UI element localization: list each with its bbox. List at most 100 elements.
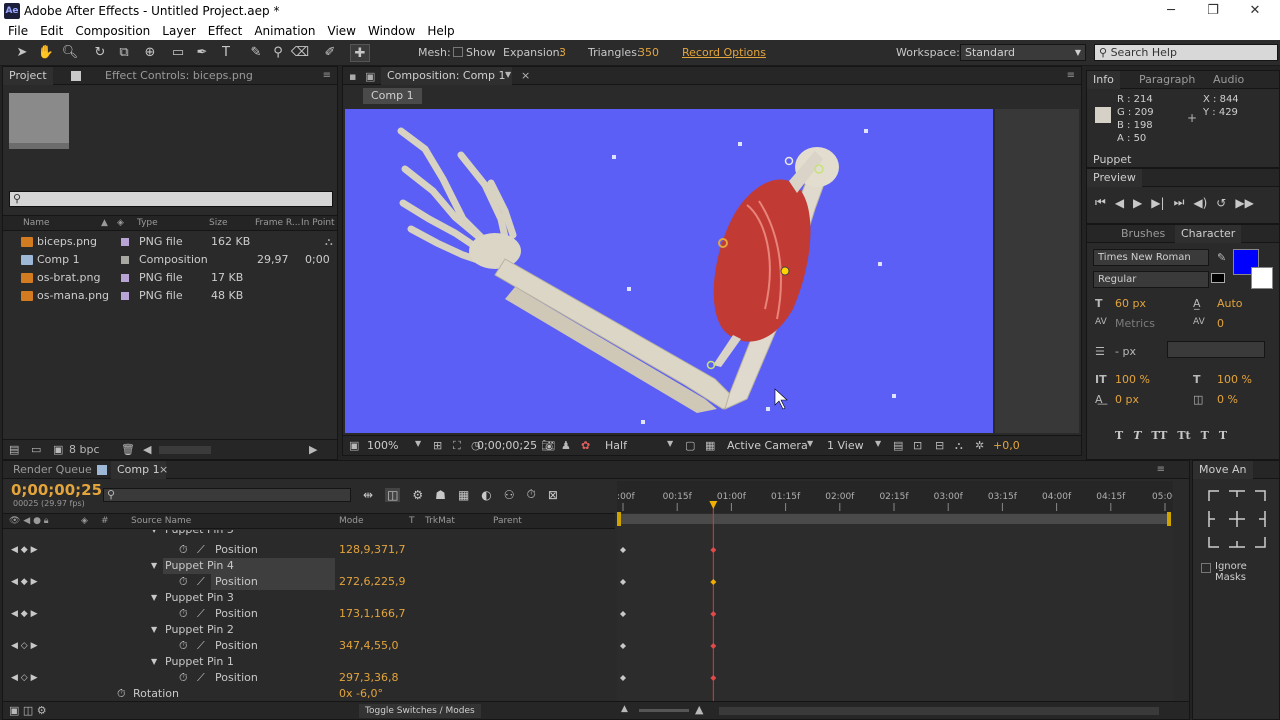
- property-value[interactable]: 297,3,36,8: [339, 670, 398, 686]
- stopwatch-icon[interactable]: ⏱: [179, 542, 188, 558]
- leading-value[interactable]: Auto: [1217, 297, 1243, 310]
- composition-viewer[interactable]: [345, 109, 993, 433]
- close-button[interactable]: ✕: [1240, 2, 1270, 20]
- loop-icon[interactable]: ↺: [1216, 196, 1226, 210]
- stopwatch-icon[interactable]: ⏱: [179, 606, 188, 622]
- flowchart-icon[interactable]: ⛬: [325, 233, 333, 251]
- twirl-down-icon[interactable]: ▼: [151, 558, 157, 574]
- timeline-icon[interactable]: ⊟: [935, 439, 944, 452]
- col-name[interactable]: Name: [23, 216, 50, 230]
- table-row[interactable]: ◀ ◆ ▶ ⏱ ⟋ Position 173,1,166,7: [3, 606, 615, 622]
- menu-layer[interactable]: Layer: [162, 22, 195, 40]
- table-row[interactable]: ▼ Puppet Pin 5: [3, 530, 615, 538]
- col-mode[interactable]: Mode: [339, 514, 364, 528]
- comp-mini-flowchart-icon[interactable]: ⇹: [363, 488, 373, 502]
- menu-window[interactable]: Window: [368, 22, 415, 40]
- workspace-select[interactable]: Standard ▼: [960, 44, 1086, 61]
- view-layout-select[interactable]: 1 View: [827, 439, 864, 452]
- tab-effect-controls[interactable]: Effect Controls: biceps.png: [99, 67, 259, 85]
- list-item[interactable]: os-brat.png PNG file 17 KB: [7, 269, 337, 287]
- keyframe-navigator-icon[interactable]: ◀ ◆ ▶: [11, 542, 38, 558]
- col-trkmat[interactable]: TrkMat: [425, 514, 455, 528]
- rectangle-tool-icon[interactable]: ▭: [168, 44, 188, 62]
- flowchart-icon[interactable]: ⛬: [955, 439, 963, 453]
- type-tool-icon[interactable]: T: [216, 44, 236, 62]
- show-mesh-checkbox[interactable]: [453, 47, 463, 57]
- toggle-pixel-aspect-icon[interactable]: ▤: [893, 439, 903, 452]
- search-help-field[interactable]: ⚲ Search Help: [1094, 44, 1278, 61]
- frame-blending-icon[interactable]: ▦: [458, 488, 469, 502]
- col-parent[interactable]: Parent: [493, 514, 522, 528]
- table-row[interactable]: ▼ Puppet Pin 3: [3, 590, 615, 606]
- menu-edit[interactable]: Edit: [40, 22, 63, 40]
- fast-previews-icon[interactable]: ⊡: [913, 439, 922, 452]
- all-caps-button[interactable]: TT: [1151, 429, 1167, 442]
- record-options-link[interactable]: Record Options: [682, 46, 766, 59]
- menu-effect[interactable]: Effect: [208, 22, 243, 40]
- property-value[interactable]: 272,6,225,9: [339, 574, 405, 590]
- always-preview-icon[interactable]: ▣: [349, 439, 359, 452]
- table-row[interactable]: ◀ ◆ ▶ ⏱ ⟋ Position 128,9,371,7: [3, 542, 615, 558]
- tab-comp-1[interactable]: Comp 1: [111, 461, 166, 479]
- new-folder-icon[interactable]: ▭: [31, 443, 41, 456]
- tab-preview[interactable]: Preview: [1087, 169, 1142, 187]
- zoom-slider[interactable]: [639, 709, 689, 712]
- menu-help[interactable]: Help: [427, 22, 454, 40]
- graph-icon[interactable]: ⟋: [197, 606, 205, 622]
- keyframe-navigator-icon[interactable]: ◀ ◇ ▶: [11, 670, 38, 686]
- expansion-value[interactable]: 3: [559, 46, 566, 59]
- horizontal-scale-value[interactable]: 100 %: [1217, 373, 1252, 386]
- region-of-interest-icon[interactable]: ▢: [685, 439, 695, 452]
- ram-preview-icon[interactable]: ▶▶: [1235, 196, 1253, 210]
- play-icon[interactable]: ▶: [1133, 196, 1142, 210]
- mask-visibility-icon[interactable]: ⛶: [453, 439, 461, 453]
- roto-brush-tool-icon[interactable]: ✐: [320, 44, 340, 62]
- twirl-down-icon[interactable]: ▼: [151, 654, 157, 670]
- vertical-scale-value[interactable]: 100 %: [1115, 373, 1150, 386]
- col-t[interactable]: T: [409, 514, 415, 528]
- twirl-down-icon[interactable]: ▼: [151, 622, 157, 638]
- resolution-value[interactable]: Half: [605, 439, 627, 452]
- eraser-tool-icon[interactable]: ⌫: [290, 44, 310, 62]
- chevron-down-icon[interactable]: ▼: [505, 70, 511, 79]
- chevron-down-icon[interactable]: ▼: [875, 439, 881, 448]
- zoom-out-icon[interactable]: ▲: [621, 704, 628, 714]
- zoom-tool-icon[interactable]: 🔍︎: [60, 44, 80, 62]
- keyframe-navigator-icon[interactable]: ◀ ◇ ▶: [11, 638, 38, 654]
- auto-keyframe-icon[interactable]: ⏱: [527, 487, 536, 502]
- subscript-button[interactable]: T: [1219, 429, 1227, 442]
- bpc-label[interactable]: 8 bpc: [69, 443, 100, 456]
- stopwatch-icon[interactable]: ⏱: [179, 670, 188, 686]
- grid-icon[interactable]: ⊞: [433, 439, 442, 452]
- zoom-level[interactable]: 100%: [367, 439, 398, 452]
- camera-select[interactable]: Active Camera: [727, 439, 808, 452]
- panel-menu-icon[interactable]: ≡: [1157, 464, 1165, 475]
- horizontal-scrollbar[interactable]: [159, 446, 211, 454]
- hand-tool-icon[interactable]: ✋: [36, 44, 56, 62]
- property-value[interactable]: 0x -6,0°: [339, 686, 383, 700]
- tab-paragraph[interactable]: Paragraph: [1133, 71, 1201, 89]
- kerning-value[interactable]: Metrics: [1115, 317, 1155, 330]
- tab-brushes[interactable]: Brushes: [1115, 225, 1171, 243]
- stroke-width-value[interactable]: - px: [1115, 345, 1136, 358]
- col-frame-rate[interactable]: Frame R...: [255, 216, 300, 230]
- hide-shy-layers-icon[interactable]: ☗: [435, 488, 446, 502]
- stopwatch-icon[interactable]: ⏱: [117, 686, 126, 700]
- tsume-value[interactable]: 0 %: [1217, 393, 1238, 406]
- puppet-pin-selected-icon[interactable]: [780, 266, 790, 276]
- tab-character[interactable]: Character: [1175, 225, 1242, 243]
- brush-tool-icon[interactable]: ✎: [246, 44, 266, 62]
- table-row[interactable]: ⏱ Rotation 0x -6,0°: [3, 686, 615, 700]
- pan-behind-tool-icon[interactable]: ⊕: [140, 44, 160, 62]
- stroke-style-select[interactable]: [1167, 341, 1265, 358]
- menu-composition[interactable]: Composition: [75, 22, 150, 40]
- black-swatch[interactable]: [1211, 273, 1225, 283]
- list-item[interactable]: biceps.png PNG file 162 KB ⛬: [7, 233, 337, 251]
- maximize-button[interactable]: ❐: [1198, 2, 1228, 20]
- rotation-tool-icon[interactable]: ↻: [90, 44, 110, 62]
- ignore-masks-checkbox[interactable]: [1201, 563, 1211, 573]
- draft-3d-icon[interactable]: ⚙: [412, 488, 423, 502]
- panel-menu-icon[interactable]: ≡: [323, 70, 331, 81]
- time-graph[interactable]: 0:00f 00:15f 01:00f 01:15f 02:00f 02:15f 03:00…: [611, 481, 1178, 701]
- current-time[interactable]: 0;00;00;25: [477, 439, 537, 452]
